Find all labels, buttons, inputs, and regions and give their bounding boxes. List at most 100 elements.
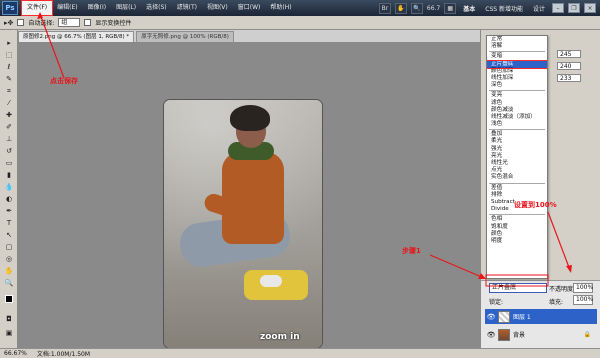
blend-mode-list: 正常 溶解 变暗 正片叠底 颜色加深 线性加深 深色 变亮 滤色 颜色减淡 线性减淡（添加） 浅色 叠加… <box>486 35 548 279</box>
type-tool-icon[interactable]: T <box>3 218 15 228</box>
menu-file[interactable]: 文件(F) <box>20 0 54 16</box>
layers-panel: 正片叠底 不透明度: 100% 锁定: 填充: 100% 👁 图层 1 👁 背景… <box>481 280 600 348</box>
photoshop-window: Ps 文件(F) 编辑(E) 图像(I) 图层(L) 选择(S) 滤镜(T) 视… <box>0 0 600 358</box>
healing-tool-icon[interactable]: ✚ <box>3 110 15 120</box>
blend-mode-item[interactable]: 变亮 <box>487 92 547 99</box>
annotation-save: 点击保存 <box>50 77 78 85</box>
blend-mode-item[interactable]: 实色混合 <box>487 174 547 181</box>
blend-mode-item[interactable]: 深色 <box>487 82 547 89</box>
color-swatch-icon[interactable] <box>3 294 15 304</box>
opacity-field[interactable]: 100% <box>573 283 593 293</box>
menu-bar-right: Br ✋ 🔍 66.7 ▦ 基本 CSS 新增功能 设计 – ❐ × <box>378 2 600 14</box>
menu-edit[interactable]: 编辑(E) <box>52 1 82 15</box>
photo-watermark: zoom in <box>260 332 300 342</box>
tab-document-1[interactable]: 原图修2.png @ 66.7% (图层 1, RGB/8) * <box>18 31 135 42</box>
show-transform-checkbox[interactable] <box>84 19 92 26</box>
hand-tool-icon[interactable]: ✋ <box>3 266 15 276</box>
shape-tool-icon[interactable]: ▢ <box>3 242 15 252</box>
menu-image[interactable]: 图像(I) <box>83 1 111 15</box>
eye-icon[interactable]: 👁 <box>487 331 496 339</box>
blend-mode-item[interactable]: 强光 <box>487 146 547 153</box>
brush-tool-icon[interactable]: ✐ <box>3 122 15 132</box>
menu-help[interactable]: 帮助(H) <box>265 1 296 15</box>
blend-mode-item[interactable]: 亮光 <box>487 153 547 160</box>
blend-mode-item[interactable]: 正片叠底 <box>487 59 547 69</box>
annotation-step1: 步骤1 <box>402 247 421 255</box>
arrange-icon[interactable]: ▦ <box>444 2 457 14</box>
fill-label: 填充: <box>549 299 564 306</box>
blend-mode-item[interactable]: 浅色 <box>487 121 547 128</box>
color-r-field[interactable]: 245 <box>557 50 581 58</box>
blend-mode-item[interactable]: 溶解 <box>487 43 547 50</box>
workspace-basic[interactable]: 基本 <box>460 4 478 13</box>
blend-mode-item[interactable]: 排除 <box>487 192 547 199</box>
crop-tool-icon[interactable]: ⌗ <box>3 86 15 96</box>
close-icon[interactable]: × <box>584 3 596 13</box>
menu-bar: Ps 文件(F) 编辑(E) 图像(I) 图层(L) 选择(S) 滤镜(T) 视… <box>0 0 600 16</box>
lock-label: 锁定: <box>489 299 504 306</box>
toolbox: ▸ ⬚ ℓ ✎ ⌗ ⁄ ✚ ✐ ⊥ ↺ ▭ ▮ 💧 ◐ ✒ T ↖ ▢ ◎ ✋ … <box>0 30 18 348</box>
lock-icon: 🔒 <box>583 331 591 338</box>
workspace-css[interactable]: CSS 新增功能 <box>482 4 526 13</box>
blend-mode-item[interactable]: 颜色 <box>487 231 547 238</box>
eraser-tool-icon[interactable]: ▭ <box>3 158 15 168</box>
menu-view[interactable]: 视图(V) <box>202 1 233 15</box>
hand-tool-icon[interactable]: ✋ <box>394 2 407 14</box>
menu-layer[interactable]: 图层(L) <box>111 1 141 15</box>
eye-icon[interactable]: 👁 <box>487 313 496 321</box>
blend-mode-dropdown[interactable]: 正片叠底 <box>489 283 547 293</box>
blend-mode-item[interactable]: 颜色加深 <box>487 68 547 75</box>
menu-filter[interactable]: 滤镜(T) <box>172 1 202 15</box>
status-bar: 66.67% 文档:1.00M/1.50M <box>0 348 600 358</box>
menu-window[interactable]: 窗口(W) <box>233 1 266 15</box>
marquee-tool-icon[interactable]: ⬚ <box>3 50 15 60</box>
blend-mode-item[interactable]: 变暗 <box>487 53 547 60</box>
eyedropper-tool-icon[interactable]: ⁄ <box>3 98 15 108</box>
blend-mode-item[interactable]: 差值 <box>487 185 547 192</box>
quick-mask-icon[interactable]: ◘ <box>3 314 15 324</box>
canvas[interactable]: zoom in <box>18 42 480 348</box>
color-g-field[interactable]: 240 <box>557 62 581 70</box>
photoshop-logo-icon: Ps <box>2 1 18 15</box>
layer-row-1[interactable]: 👁 图层 1 <box>485 309 597 324</box>
auto-select-dropdown[interactable]: 组 <box>58 18 81 27</box>
menu-select[interactable]: 选择(S) <box>141 1 172 15</box>
lasso-tool-icon[interactable]: ℓ <box>3 62 15 72</box>
zoom-tool-icon[interactable]: 🔍 <box>3 278 15 288</box>
status-zoom[interactable]: 66.67% <box>4 350 27 357</box>
stamp-tool-icon[interactable]: ⊥ <box>3 134 15 144</box>
bridge-icon[interactable]: Br <box>378 2 391 14</box>
color-b-field[interactable]: 233 <box>557 74 581 82</box>
fill-field[interactable]: 100% <box>573 295 593 305</box>
blur-tool-icon[interactable]: 💧 <box>3 182 15 192</box>
move-tool-icon[interactable]: ▸ <box>3 38 15 48</box>
zoom-tool-icon[interactable]: 🔍 <box>410 2 423 14</box>
photo-image: zoom in <box>164 100 322 348</box>
dodge-tool-icon[interactable]: ◐ <box>3 194 15 204</box>
blend-mode-item[interactable]: 颜色减淡 <box>487 107 547 114</box>
3d-rotate-tool-icon[interactable]: ◎ <box>3 254 15 264</box>
blend-mode-item[interactable]: 色相 <box>487 216 547 223</box>
blend-mode-item[interactable]: 饱和度 <box>487 224 547 231</box>
layer-row-background[interactable]: 👁 背景 🔒 <box>485 327 597 342</box>
gradient-tool-icon[interactable]: ▮ <box>3 170 15 180</box>
minimize-icon[interactable]: – <box>552 3 564 13</box>
blend-mode-item[interactable]: 滤色 <box>487 100 547 107</box>
screen-mode-icon[interactable]: ▣ <box>3 328 15 338</box>
opacity-label: 不透明度: <box>549 286 576 293</box>
tab-document-2[interactable]: 原字无照修.png @ 100% (RGB/8) <box>136 31 234 42</box>
path-select-tool-icon[interactable]: ↖ <box>3 230 15 240</box>
workspace-more[interactable]: 设计 <box>530 4 548 13</box>
restore-icon[interactable]: ❐ <box>568 3 580 13</box>
auto-select-checkbox[interactable] <box>17 19 25 26</box>
history-brush-tool-icon[interactable]: ↺ <box>3 146 15 156</box>
pen-tool-icon[interactable]: ✒ <box>3 206 15 216</box>
options-bar: ▸✥ 自动选择: 组 显示变换控件 <box>0 16 600 30</box>
blend-mode-item[interactable]: 柔光 <box>487 138 547 145</box>
zoom-level[interactable]: 66.7 <box>427 5 440 12</box>
blend-mode-item[interactable]: 明度 <box>487 238 547 245</box>
annotation-opacity: 设置到100% <box>514 201 557 209</box>
blend-mode-item[interactable]: 线性减淡（添加） <box>487 114 547 121</box>
move-tool-icon[interactable]: ▸✥ <box>4 19 13 27</box>
quick-select-tool-icon[interactable]: ✎ <box>3 74 15 84</box>
